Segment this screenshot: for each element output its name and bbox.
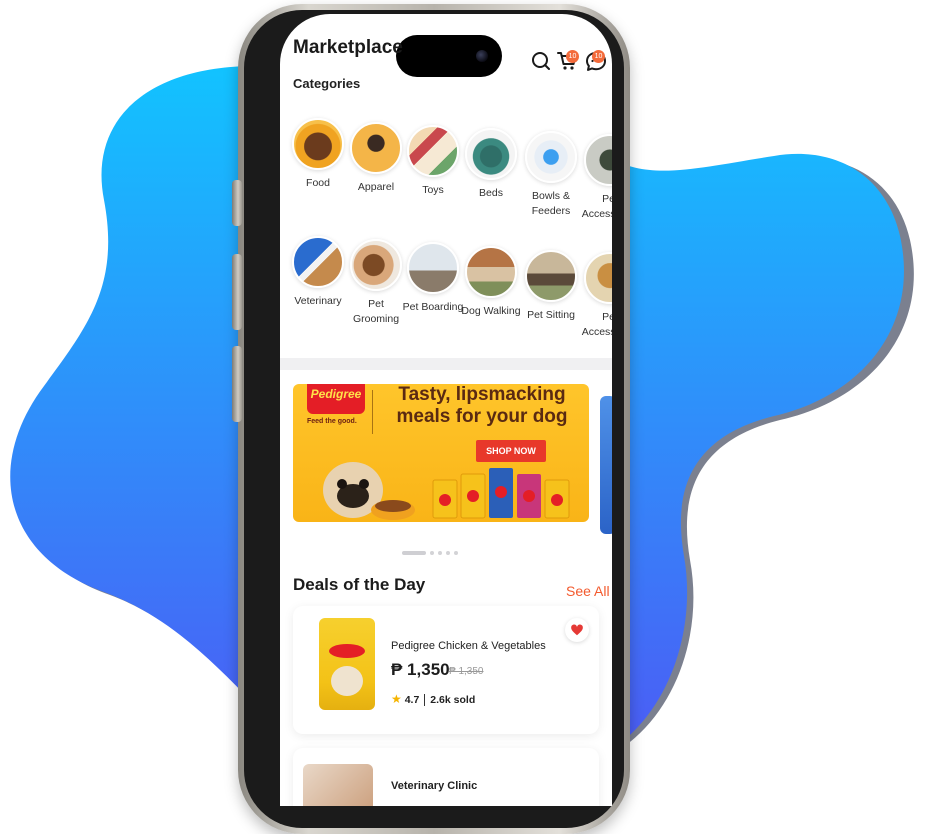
deal-card[interactable]: Pedigree Chicken & Vegetables ₱ 1,350 ₱ … <box>293 606 599 734</box>
category-label: Apparel <box>357 181 395 193</box>
product-name: Veterinary Clinic <box>391 780 478 792</box>
category-label: Toys <box>422 184 444 196</box>
category-toys[interactable]: Toys <box>401 125 465 198</box>
search-icon[interactable] <box>530 50 552 72</box>
category-pet-accessories[interactable]: Pet Accessories <box>578 134 612 222</box>
carousel-dot-active[interactable] <box>402 550 426 555</box>
category-apparel[interactable]: Apparel <box>344 122 408 195</box>
toys-icon <box>407 125 459 177</box>
category-label: Beds <box>479 187 503 199</box>
dog-apparel-icon <box>350 122 402 174</box>
category-label: Pet Boarding <box>402 301 464 313</box>
category-food[interactable]: Food <box>286 118 350 191</box>
pet-sitting-icon <box>525 250 577 302</box>
carousel-dot[interactable] <box>438 550 442 555</box>
chat-badge: 10 <box>592 50 605 63</box>
deal-card[interactable]: Veterinary Clinic <box>293 748 599 806</box>
section-divider <box>280 358 612 370</box>
see-all-link[interactable]: See All <box>566 583 610 599</box>
food-bowl-icon <box>292 118 344 170</box>
category-label: Dog Walking <box>461 305 521 317</box>
rating-value: 4.7 <box>404 694 420 706</box>
water-bowl-icon <box>525 131 577 183</box>
carousel-dot[interactable] <box>446 550 450 555</box>
cart-badge: 10 <box>566 50 579 63</box>
heart-icon <box>571 624 583 636</box>
category-label: Pet Sitting <box>527 309 575 321</box>
category-label: Pet Accessories <box>581 193 612 220</box>
rating-row: ★ 4.7 2.6k sold <box>391 692 476 707</box>
category-pet-accessories-2[interactable]: Pet Accessories <box>578 252 612 340</box>
category-label: Pet Grooming <box>352 298 400 325</box>
brand-logo: Pedigree <box>307 384 365 414</box>
dog-walking-icon <box>465 246 517 298</box>
camera-icon <box>476 50 488 62</box>
promo-banner[interactable]: Pedigree Feed the good. Tasty, lipsmacki… <box>293 384 589 522</box>
banner-divider <box>372 390 373 434</box>
volume-down-button <box>232 346 242 422</box>
carousel-dots <box>402 544 462 562</box>
category-bowls-feeders[interactable]: Bowls & Feeders <box>519 131 583 219</box>
rating-separator <box>424 694 426 707</box>
category-pet-grooming[interactable]: Pet Grooming <box>344 239 408 327</box>
carousel-dot[interactable] <box>430 550 434 555</box>
category-dog-walking[interactable]: Dog Walking <box>459 246 523 319</box>
volume-up-button <box>232 254 242 330</box>
accessories-icon <box>584 252 612 304</box>
category-label: Food <box>306 177 330 189</box>
accessories-icon <box>584 134 612 186</box>
category-beds[interactable]: Beds <box>459 128 523 201</box>
puppy-photo <box>331 666 363 696</box>
favorite-button[interactable] <box>565 618 589 642</box>
carousel-dot[interactable] <box>454 550 458 555</box>
product-name: Pedigree Chicken & Vegetables <box>391 640 546 652</box>
categories-heading: Categories <box>293 76 361 91</box>
dynamic-island <box>396 35 502 77</box>
product-image <box>319 618 375 710</box>
banner-headline: Tasty, lipsmacking meals for your dog <box>396 384 568 427</box>
page-title: Marketplace <box>293 37 403 58</box>
brand-tagline: Feed the good. <box>307 418 357 425</box>
veterinary-icon <box>292 236 344 288</box>
category-label: Veterinary <box>294 295 342 307</box>
deals-title: Deals of the Day <box>293 575 426 594</box>
vet-clinic-image <box>303 764 373 806</box>
category-label: Bowls & Feeders <box>531 190 571 217</box>
boarding-icon <box>407 242 459 294</box>
category-pet-boarding[interactable]: Pet Boarding <box>401 242 465 315</box>
category-pet-sitting[interactable]: Pet Sitting <box>519 250 583 323</box>
category-label: Pet Accessories <box>581 311 612 338</box>
sold-count: 2.6k sold <box>430 694 476 706</box>
next-banner-peek[interactable] <box>600 396 612 534</box>
app-screen: Marketplace 10 10 Categories Food Appare… <box>280 14 612 806</box>
action-button <box>232 180 242 226</box>
product-price: ₱ 1,350 <box>391 660 450 679</box>
star-icon: ★ <box>391 692 402 706</box>
pug-products-illustration <box>323 462 570 520</box>
product-old-price: ₱ 1,350 <box>449 666 484 677</box>
brand-mark <box>329 644 365 658</box>
category-veterinary[interactable]: Veterinary <box>286 236 350 309</box>
bed-icon <box>465 128 517 180</box>
grooming-icon <box>350 239 402 291</box>
